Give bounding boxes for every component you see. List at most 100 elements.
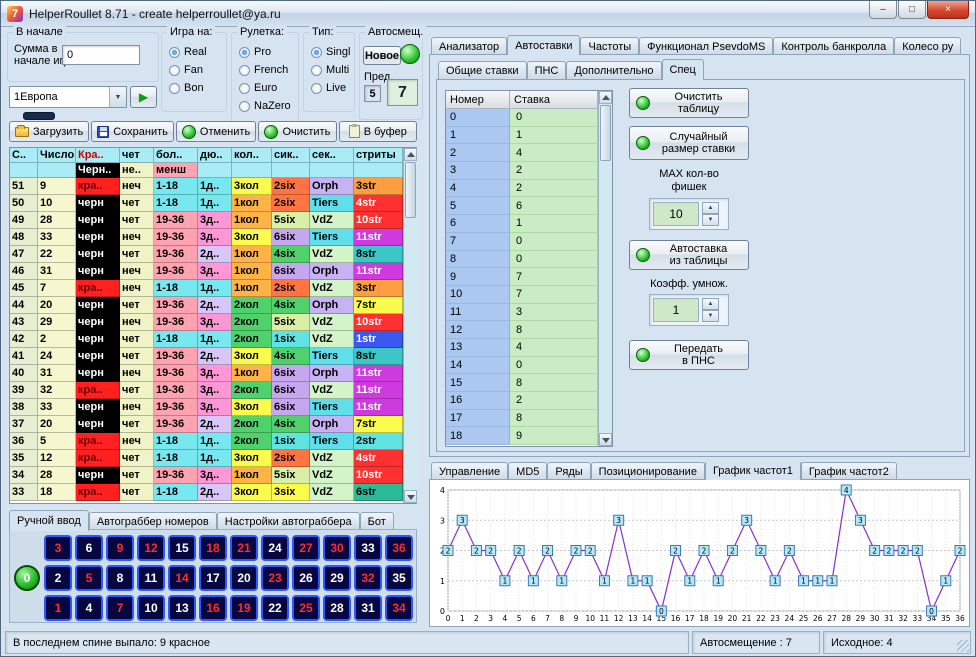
stake-table-scrollbar[interactable] (598, 91, 612, 446)
number-cell-25[interactable]: 25 (292, 595, 320, 621)
stake-row[interactable]: 80 (446, 251, 598, 269)
number-cell-31[interactable]: 31 (354, 595, 382, 621)
stake-row[interactable]: 11 (446, 127, 598, 145)
number-cell-12[interactable]: 12 (137, 535, 165, 561)
number-cell-15[interactable]: 15 (168, 535, 196, 561)
stake-row[interactable]: 140 (446, 357, 598, 375)
number-cell-35[interactable]: 35 (385, 565, 413, 591)
max-chips-spinner[interactable]: 10 ▲ ▼ (649, 198, 729, 230)
tab-autobets[interactable]: Автоставки (507, 35, 580, 55)
stake-value-cell[interactable]: 0 (510, 251, 598, 269)
stake-row[interactable]: 32 (446, 162, 598, 180)
spin-table-row[interactable]: 3833черннеч19-363д..3кол6sixTiers11str (10, 399, 403, 416)
undo-button[interactable]: Отменить (176, 121, 256, 142)
tab-md5[interactable]: MD5 (508, 462, 547, 480)
title-bar[interactable]: 7 HelperRoullet 8.71 - create helperroul… (1, 1, 975, 27)
spin-table-row[interactable]: 4420чернчет19-362д..2кол4sixOrph7str (10, 297, 403, 314)
radio-euro[interactable]: Euro (239, 79, 294, 97)
multiplier-spinner[interactable]: 1 ▲ ▼ (649, 294, 729, 326)
spin-table-row[interactable]: 422чернчет1-181д..2кол1sixVdZ1str (10, 331, 403, 348)
scroll-track[interactable] (404, 219, 417, 490)
maximize-button[interactable]: □ (898, 1, 926, 19)
stake-value-cell[interactable]: 8 (510, 410, 598, 428)
number-cell-28[interactable]: 28 (323, 595, 351, 621)
spin-table-row[interactable]: 3318кра..чет1-182д..3кол3sixVdZ6str (10, 484, 403, 501)
number-cell-29[interactable]: 29 (323, 565, 351, 591)
stake-value-cell[interactable]: 4 (510, 339, 598, 357)
stake-value-cell[interactable]: 8 (510, 374, 598, 392)
radio-singl[interactable]: Singl (311, 43, 350, 61)
number-cell-24[interactable]: 24 (261, 535, 289, 561)
number-cell-26[interactable]: 26 (292, 565, 320, 591)
number-cell-16[interactable]: 16 (199, 595, 227, 621)
autobet-from-table-button[interactable]: Автоставкаиз таблицы (629, 240, 749, 270)
play-button[interactable]: ▶ (130, 86, 157, 108)
number-cell-14[interactable]: 14 (168, 565, 196, 591)
random-stake-button[interactable]: Случайныйразмер ставки (629, 126, 749, 160)
multiplier-value[interactable]: 1 (653, 298, 699, 322)
scroll-thumb[interactable] (405, 162, 416, 218)
tab-analyzer[interactable]: Анализатор (431, 37, 507, 55)
stake-row[interactable]: 128 (446, 321, 598, 339)
tab-control[interactable]: Управление (431, 462, 508, 480)
tab-autograbber[interactable]: Автограббер номеров (89, 512, 217, 530)
radio-pro[interactable]: Pro (239, 43, 294, 61)
spin-down-icon[interactable]: ▼ (702, 310, 719, 322)
tab-manual-input[interactable]: Ручной ввод (9, 510, 89, 531)
chevron-down-icon[interactable]: ▼ (109, 87, 126, 107)
scroll-down-icon[interactable] (404, 490, 417, 503)
stake-value-cell[interactable]: 2 (510, 162, 598, 180)
radio-real[interactable]: Real (169, 43, 222, 61)
spin-table-row[interactable]: 5010чернчет1-181д..1кол2sixTiers4str (10, 195, 403, 212)
number-cell-13[interactable]: 13 (168, 595, 196, 621)
number-cell-32[interactable]: 32 (354, 565, 382, 591)
spin-table-row[interactable]: 3428чернчет19-363д..1кол5sixVdZ10str (10, 467, 403, 484)
spin-table-row[interactable]: 3932кра..чет19-363д..2кол6sixVdZ11str (10, 382, 403, 399)
number-cell-33[interactable]: 33 (354, 535, 382, 561)
spin-table-row[interactable]: 3720чернчет19-362д..2кол4sixOrph7str (10, 416, 403, 433)
stake-value-cell[interactable]: 0 (510, 357, 598, 375)
number-cell-17[interactable]: 17 (199, 565, 227, 591)
number-cell-0[interactable]: 0 (14, 565, 40, 591)
spin-table-row[interactable]: 457кра..неч1-181д..1кол2sixVdZ3str (10, 280, 403, 297)
game-variant-select[interactable]: 1Европа ▼ (9, 86, 127, 108)
clear-button[interactable]: Очистить (258, 121, 336, 142)
stake-row[interactable]: 134 (446, 339, 598, 357)
stake-row[interactable]: 113 (446, 304, 598, 322)
number-cell-1[interactable]: 1 (44, 595, 72, 621)
tab-special[interactable]: Спец (662, 59, 704, 80)
stake-value-cell[interactable]: 8 (510, 321, 598, 339)
spin-table-row[interactable]: 4124чернчет19-362д..3кол4sixTiers8str (10, 348, 403, 365)
number-cell-30[interactable]: 30 (323, 535, 351, 561)
number-cell-36[interactable]: 36 (385, 535, 413, 561)
scroll-track[interactable] (599, 162, 612, 433)
collapse-handle[interactable] (23, 112, 55, 120)
start-sum-input[interactable] (62, 45, 140, 65)
spin-table-row[interactable]: 4329черннеч19-363д..2кол5sixVdZ10str (10, 314, 403, 331)
clear-table-button[interactable]: Очиститьтаблицу (629, 88, 749, 118)
radio-live[interactable]: Live (311, 79, 350, 97)
save-button[interactable]: Сохранить (91, 121, 174, 142)
stake-value-cell[interactable]: 3 (510, 304, 598, 322)
to-buffer-button[interactable]: В буфер (339, 121, 417, 142)
number-cell-18[interactable]: 18 (199, 535, 227, 561)
send-to-pns-button[interactable]: Передатьв ПНС (629, 340, 749, 370)
stake-value-cell[interactable]: 2 (510, 392, 598, 410)
radio-french[interactable]: French (239, 61, 294, 79)
number-cell-11[interactable]: 11 (137, 565, 165, 591)
spin-table-row[interactable]: 4722чернчет19-362д..1кол4sixVdZ8str (10, 246, 403, 263)
stake-value-cell[interactable]: 7 (510, 286, 598, 304)
number-cell-7[interactable]: 7 (106, 595, 134, 621)
tab-rows[interactable]: Ряды (547, 462, 590, 480)
number-cell-27[interactable]: 27 (292, 535, 320, 561)
scroll-thumb[interactable] (600, 105, 611, 161)
resize-grip[interactable] (957, 640, 969, 652)
max-chips-value[interactable]: 10 (653, 202, 699, 226)
number-cell-10[interactable]: 10 (137, 595, 165, 621)
number-cell-23[interactable]: 23 (261, 565, 289, 591)
tab-freq-chart2[interactable]: График частот2 (801, 462, 897, 480)
spin-table-row[interactable]: 519кра..неч1-181д..3кол2sixOrph3str (10, 178, 403, 195)
tab-wheel[interactable]: Колесо ру (894, 37, 961, 55)
number-cell-19[interactable]: 19 (230, 595, 258, 621)
tab-additional[interactable]: Дополнительно (566, 61, 661, 79)
